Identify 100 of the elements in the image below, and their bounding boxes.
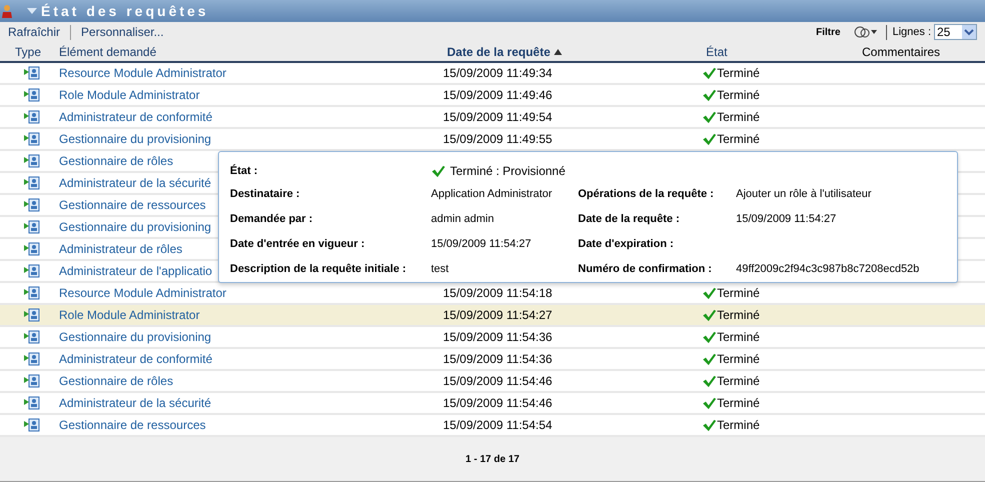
requested-item-link[interactable]: Resource Module Administrator	[59, 286, 226, 300]
requested-item-link[interactable]: Gestionnaire de rôles	[59, 154, 174, 168]
user-card-icon	[24, 66, 40, 80]
field-label: Date de la requête :	[578, 212, 680, 228]
request-date: 15/09/2009 11:54:54	[443, 418, 552, 432]
lines-label: Lignes :	[892, 24, 931, 40]
user-card-icon	[24, 132, 40, 146]
field-value: Ajouter un rôle à l'utilisateur	[736, 187, 872, 202]
field-label: Destinataire :	[230, 187, 301, 202]
checkmark-icon	[702, 308, 717, 322]
user-card-icon	[24, 110, 40, 124]
checkmark-icon	[702, 418, 717, 432]
field-label: Numéro de confirmation :	[578, 262, 713, 278]
field-value: test	[431, 263, 449, 276]
user-card-icon	[24, 330, 40, 344]
pagination-text: 1 - 17 de 17	[466, 452, 520, 466]
column-header[interactable]: État	[706, 42, 728, 60]
request-date: 15/09/2009 11:54:36	[443, 330, 552, 344]
status-text: Terminé	[717, 395, 760, 412]
requested-item-link[interactable]: Gestionnaire du provisioning	[59, 132, 212, 146]
checkmark-icon	[702, 132, 717, 146]
request-date: 15/09/2009 11:54:18	[443, 286, 552, 300]
checkmark-icon	[702, 88, 717, 102]
requested-item-link[interactable]: Administrateur de l'applicatio	[59, 264, 212, 278]
requested-item-link[interactable]: Role Module Administrator	[59, 308, 200, 322]
checkmark-icon	[431, 164, 446, 178]
checkmark-icon	[702, 396, 717, 410]
table-row[interactable]: Role Module Administrator 15/09/2009 11:54:27 Terminé	[0, 305, 985, 327]
checkmark-icon	[702, 110, 717, 124]
sort-ascending-icon	[554, 48, 562, 54]
user-card-icon	[24, 374, 40, 388]
status-text: Terminé	[717, 373, 760, 390]
requested-item-link[interactable]: Gestionnaire de ressources	[59, 418, 206, 432]
user-card-icon	[24, 418, 40, 432]
requested-item-link[interactable]: Role Module Administrator	[59, 88, 200, 102]
field-label: État :	[230, 163, 258, 179]
user-card-icon	[24, 396, 40, 410]
user-card-icon	[24, 220, 40, 234]
checkmark-icon	[702, 66, 717, 80]
toolbar-button[interactable]: Rafraîchir	[8, 23, 60, 41]
user-card-icon	[24, 352, 40, 366]
user-icon	[1, 4, 13, 18]
field-label: Date d'entrée en vigueur :	[230, 237, 366, 252]
requested-item-link[interactable]: Resource Module Administrator	[59, 66, 226, 80]
status-text: Terminé	[717, 329, 760, 346]
field-value: Application Administrator	[431, 188, 552, 200]
field-value: 49ff2009c2f94c3c987b8c7208ecd52b	[736, 262, 920, 278]
request-date: 15/09/2009 11:49:46	[443, 88, 552, 102]
filter-dropdown-icon[interactable]	[854, 25, 878, 39]
user-card-icon	[24, 176, 40, 190]
status-text: Terminé	[717, 285, 760, 302]
panel-title: État des requêtes	[41, 2, 209, 21]
status-value: Terminé : Provisionné	[450, 163, 566, 180]
column-header[interactable]: Commentaires	[862, 42, 940, 60]
lines-select[interactable]: 25	[934, 24, 977, 40]
filter-label[interactable]: Filtre	[816, 24, 840, 40]
field-label: Date d'expiration :	[578, 237, 675, 252]
field-label: Opérations de la requête :	[578, 187, 715, 202]
request-date: 15/09/2009 11:54:27	[443, 308, 552, 322]
request-date: 15/09/2009 11:54:46	[443, 374, 552, 388]
request-date: 15/09/2009 11:54:36	[443, 352, 552, 366]
dropdown-icon[interactable]	[962, 25, 976, 39]
field-label: Description de la requête initiale :	[230, 262, 408, 278]
requested-item-link[interactable]: Gestionnaire de ressources	[59, 198, 206, 212]
checkmark-icon	[702, 374, 717, 388]
user-card-icon	[24, 286, 40, 300]
requested-item-link[interactable]: Administrateur de rôles	[59, 242, 182, 256]
user-card-icon	[24, 308, 40, 322]
column-header[interactable]: Élément demandé	[59, 42, 156, 60]
status-text: Terminé	[717, 351, 760, 368]
requested-item-link[interactable]: Gestionnaire du provisioning	[59, 220, 212, 234]
field-label: Demandée par :	[230, 212, 314, 228]
field-value: admin admin	[431, 213, 494, 226]
requested-item-link[interactable]: Gestionnaire de rôles	[59, 374, 174, 388]
requested-item-link[interactable]: Administrateur de la sécurité	[59, 396, 212, 410]
collapse-caret-icon[interactable]	[27, 8, 37, 14]
user-card-icon	[24, 154, 40, 168]
checkmark-icon	[702, 286, 717, 300]
status-text: Terminé	[717, 65, 760, 82]
toolbar-button[interactable]: Personnaliser...	[81, 23, 164, 41]
requested-item-link[interactable]: Administrateur de conformité	[59, 352, 212, 366]
status-text: Terminé	[717, 131, 760, 148]
status-text: Terminé	[717, 109, 760, 126]
user-card-icon	[24, 198, 40, 212]
requested-item-link[interactable]: Administrateur de la sécurité	[59, 176, 212, 190]
checkmark-icon	[702, 330, 717, 344]
field-value: 15/09/2009 11:54:27	[431, 238, 532, 250]
user-card-icon	[24, 264, 40, 278]
status-text: Terminé	[717, 417, 760, 434]
request-date: 15/09/2009 11:54:46	[443, 396, 552, 410]
field-value: 15/09/2009 11:54:27	[736, 212, 836, 228]
requested-item-link[interactable]: Gestionnaire du provisioning	[59, 330, 212, 344]
request-date: 15/09/2009 11:49:55	[443, 132, 552, 146]
column-header[interactable]: Date de la requête	[447, 42, 562, 60]
checkmark-icon	[702, 352, 717, 366]
requested-item-link[interactable]: Administrateur de conformité	[59, 110, 212, 124]
column-header[interactable]: Type	[15, 42, 42, 60]
user-card-icon	[24, 242, 40, 256]
request-date: 15/09/2009 11:49:54	[443, 110, 552, 124]
status-text: Terminé	[717, 87, 760, 104]
